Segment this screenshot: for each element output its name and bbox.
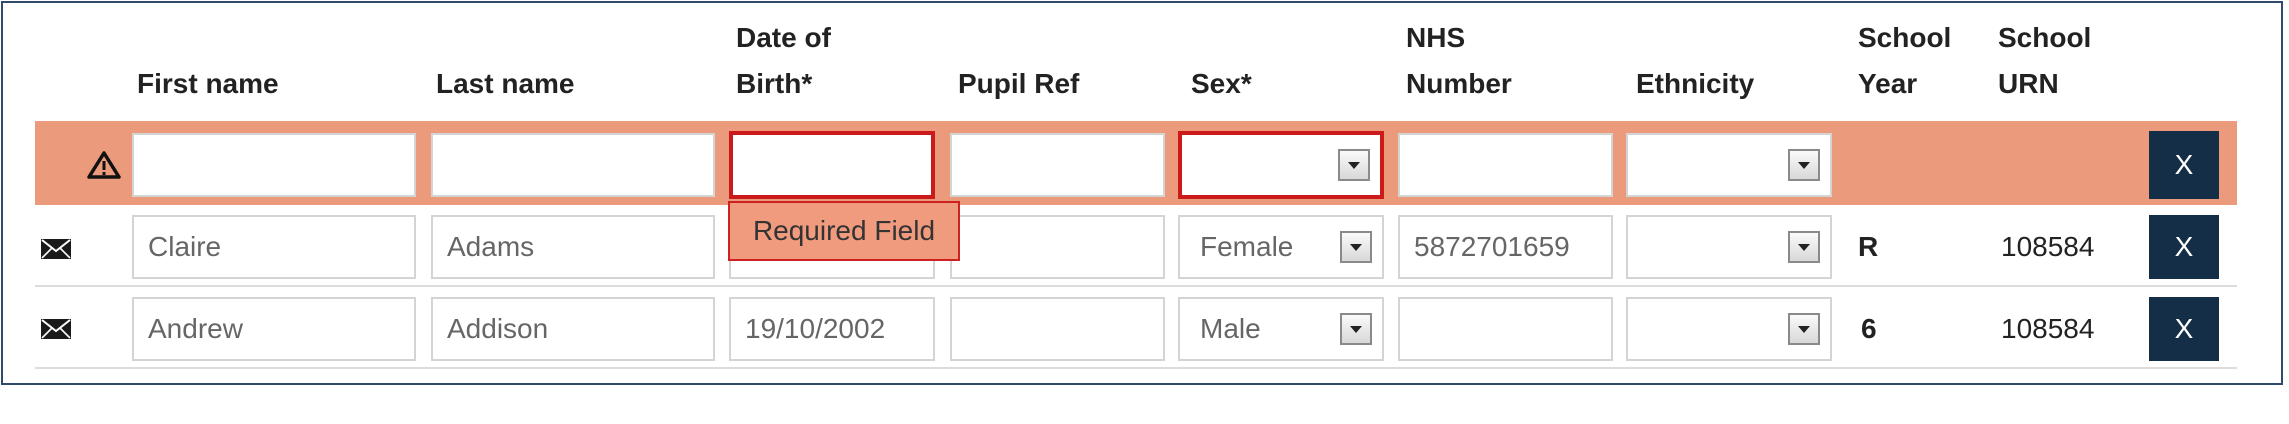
row2-ethnicity-select[interactable] — [1626, 297, 1832, 361]
row-divider — [35, 285, 2237, 287]
header-school-urn: School URN — [1998, 15, 2091, 107]
required-field-tooltip: Required Field — [728, 201, 960, 261]
header-date-of-birth: Date of Birth* — [736, 15, 831, 107]
row1-remove-button[interactable]: X — [2149, 215, 2219, 279]
header-year-line2: Year — [1858, 68, 1918, 99]
envelope-icon[interactable] — [41, 319, 71, 339]
row2-school-urn: 108584 — [2001, 313, 2095, 344]
chevron-down-icon[interactable] — [1788, 231, 1820, 263]
row-divider — [35, 367, 2237, 369]
row2-dob-input[interactable]: 19/10/2002 — [729, 297, 935, 361]
row2-school-year: 6 — [1861, 313, 1877, 344]
new-last-name-input[interactable] — [431, 133, 715, 197]
header-year-line1: School — [1858, 22, 1952, 53]
chevron-down-icon[interactable] — [1340, 313, 1372, 345]
header-school-year: School Year — [1858, 15, 1951, 107]
header-last-name: Last name — [436, 68, 575, 99]
row2-first-name-input[interactable]: Andrew — [132, 297, 416, 361]
row1-first-name-input[interactable]: Claire — [132, 215, 416, 279]
row2-nhs-number-input[interactable] — [1398, 297, 1613, 361]
row2-sex-value: Male — [1200, 313, 1261, 344]
header-nhs-line2: Number — [1406, 68, 1512, 99]
new-ethnicity-select[interactable] — [1626, 133, 1832, 197]
envelope-icon[interactable] — [41, 239, 71, 259]
row2-last-name-input[interactable]: Addison — [431, 297, 715, 361]
header-urn-line1: School — [1998, 22, 2092, 53]
new-pupil-ref-input[interactable] — [950, 133, 1165, 197]
chevron-down-icon[interactable] — [1338, 149, 1370, 181]
header-first-name: First name — [137, 68, 279, 99]
header-nhs-line1: NHS — [1406, 22, 1466, 53]
header-nhs-number: NHS Number — [1406, 15, 1512, 107]
chevron-down-icon[interactable] — [1340, 231, 1372, 263]
header-sex: Sex* — [1191, 68, 1252, 99]
warning-icon — [87, 151, 121, 179]
row1-pupil-ref-input[interactable] — [950, 215, 1165, 279]
header-dob-line1: Date of — [736, 22, 831, 53]
header-ethnicity: Ethnicity — [1636, 68, 1755, 99]
new-dob-input[interactable] — [729, 131, 935, 199]
row1-school-urn: 108584 — [2001, 231, 2095, 262]
header-dob-line2: Birth* — [736, 68, 813, 99]
pupil-grid-panel: First name Last name Date of Birth* Pupi… — [1, 1, 2283, 385]
row1-nhs-number-input[interactable]: 5872701659 — [1398, 215, 1613, 279]
row1-sex-select[interactable]: Female — [1178, 215, 1384, 279]
chevron-down-icon[interactable] — [1788, 313, 1820, 345]
new-sex-select[interactable] — [1178, 131, 1384, 199]
row1-school-year: R — [1858, 231, 1879, 262]
row2-pupil-ref-input[interactable] — [950, 297, 1165, 361]
row2-sex-select[interactable]: Male — [1178, 297, 1384, 361]
header-urn-line2: URN — [1998, 68, 2059, 99]
header-pupil-ref: Pupil Ref — [958, 68, 1080, 99]
new-nhs-number-input[interactable] — [1398, 133, 1613, 197]
row1-sex-value: Female — [1200, 231, 1294, 262]
row2-remove-button[interactable]: X — [2149, 297, 2219, 361]
row1-last-name-input[interactable]: Adams — [431, 215, 715, 279]
chevron-down-icon[interactable] — [1788, 149, 1820, 181]
new-first-name-input[interactable] — [132, 133, 416, 197]
row1-ethnicity-select[interactable] — [1626, 215, 1832, 279]
remove-new-row-button[interactable]: X — [2149, 131, 2219, 199]
